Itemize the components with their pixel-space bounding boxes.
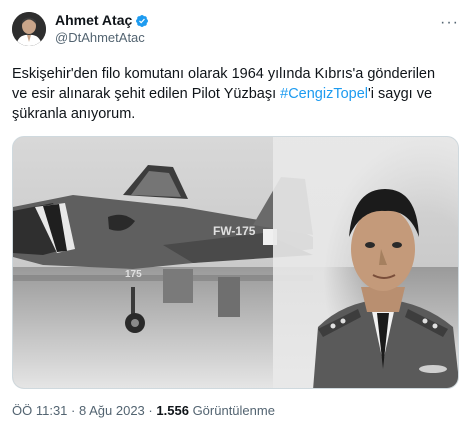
views-count: 1.556 [156, 403, 189, 418]
tweet-time[interactable]: ÖÖ 11:31 [12, 403, 67, 418]
tweet-meta: ÖÖ 11:31 · 8 Ağu 2023 · 1.556 Görüntülen… [12, 403, 461, 418]
tweet-card: Ahmet Ataç @DtAhmetAtac ··· Eskişehir'de… [0, 0, 473, 424]
avatar[interactable] [12, 12, 46, 46]
photo-aircraft-and-pilot: FW-175 175 [13, 137, 458, 388]
more-dots-icon[interactable]: ··· [440, 14, 459, 32]
tweet-media-photo[interactable]: FW-175 175 [12, 136, 459, 389]
author-info: Ahmet Ataç @DtAhmetAtac [55, 12, 149, 46]
aircraft-marking-tail: FW-175 [213, 224, 256, 238]
hashtag-link[interactable]: #CengizTopel [280, 86, 368, 102]
tweet-date[interactable]: 8 Ağu 2023 [79, 403, 145, 418]
meta-separator: · [71, 403, 76, 418]
avatar-image [12, 12, 46, 46]
tweet-header: Ahmet Ataç @DtAhmetAtac ··· [12, 10, 461, 48]
tweet-text: Eskişehir'den filo komutanı olarak 1964 … [12, 64, 461, 124]
name-row: Ahmet Ataç [55, 12, 149, 29]
views-label: Görüntülenme [192, 403, 275, 418]
author-display-name[interactable]: Ahmet Ataç [55, 12, 132, 29]
author-handle[interactable]: @DtAhmetAtac [55, 29, 149, 46]
aircraft-marking-nose: 175 [125, 269, 142, 280]
verified-badge-icon [136, 14, 149, 27]
meta-separator-2: · [148, 403, 153, 418]
